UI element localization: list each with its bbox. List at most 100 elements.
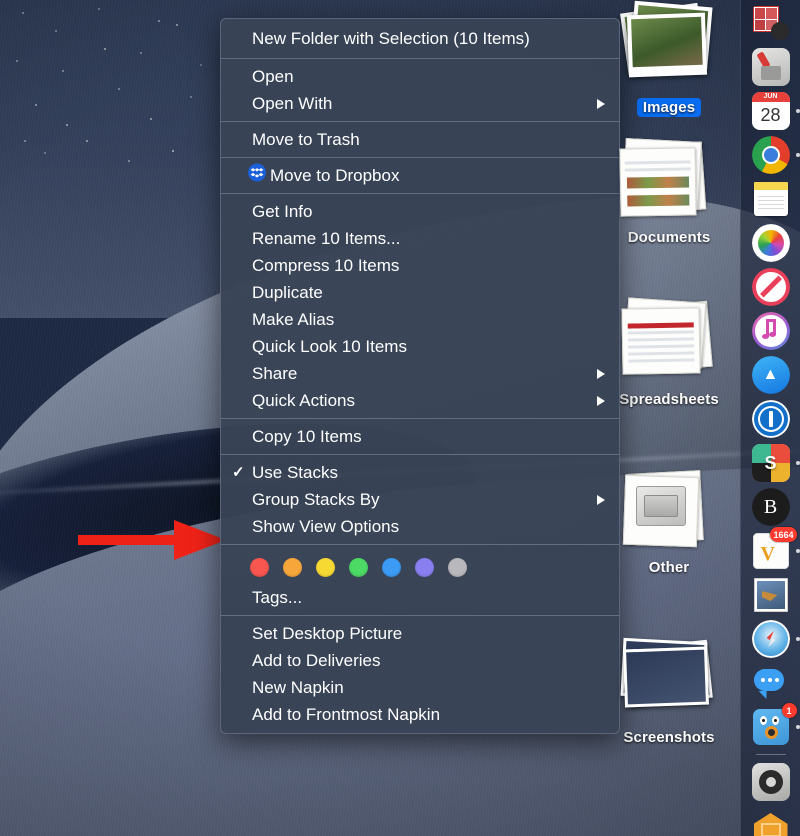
menu-separator — [221, 615, 619, 616]
menu-item-set-desktop-picture[interactable]: Set Desktop Picture — [221, 620, 619, 647]
stack-label[interactable]: Images — [637, 98, 701, 117]
dock-item-google-chrome[interactable] — [750, 134, 792, 176]
menu-item-tags[interactable]: Tags... — [221, 584, 619, 611]
stack-label[interactable]: Spreadsheets — [613, 390, 725, 409]
menu-item-copy-10-items[interactable]: Copy 10 Items — [221, 423, 619, 450]
dock-item-tweetbot[interactable]: 1 — [750, 706, 792, 748]
menu-item-label: Copy 10 Items — [252, 427, 362, 446]
menu-item-quick-look-10-items[interactable]: Quick Look 10 Items — [221, 333, 619, 360]
dock-item-photos[interactable] — [750, 222, 792, 264]
no-entry-app-icon — [752, 268, 790, 306]
dock-item-photo-booth[interactable] — [750, 2, 792, 44]
dock-badge: 1 — [782, 703, 797, 718]
menu-separator — [221, 58, 619, 59]
menu-item-move-to-dropbox[interactable]: Move to Dropbox — [221, 162, 619, 189]
star-icon — [140, 52, 142, 54]
menu-item-label: Set Desktop Picture — [252, 624, 402, 643]
menu-item-get-info[interactable]: Get Info — [221, 198, 619, 225]
star-icon — [62, 70, 64, 72]
menu-item-label: Compress 10 Items — [252, 256, 399, 275]
star-icon — [55, 30, 57, 32]
tag-color-swatch-5[interactable] — [415, 558, 434, 577]
dock-item-safari[interactable] — [750, 618, 792, 660]
dock-item-no-entry-app[interactable] — [750, 266, 792, 308]
dock-item-bear[interactable]: B — [750, 486, 792, 528]
mail-icon — [752, 576, 790, 614]
menu-separator — [221, 418, 619, 419]
finder-context-menu[interactable]: New Folder with Selection (10 Items) Open… — [220, 18, 620, 734]
dock[interactable]: JUN28 ▲ SBV1664 1 — [740, 0, 800, 836]
dock-item-slack[interactable]: S — [750, 442, 792, 484]
stack-label[interactable]: Other — [643, 558, 696, 577]
system-preferences-icon — [752, 763, 790, 801]
menu-item-rename-10-items[interactable]: Rename 10 Items... — [221, 225, 619, 252]
menu-item-add-to-frontmost-napkin[interactable]: Add to Frontmost Napkin — [221, 701, 619, 728]
dock-item-calendar[interactable]: JUN28 — [750, 90, 792, 132]
submenu-arrow-icon — [597, 495, 605, 505]
1password-icon — [752, 400, 790, 438]
menu-item-new-napkin[interactable]: New Napkin — [221, 674, 619, 701]
menu-item-label: Open — [252, 67, 294, 86]
tag-color-swatch-3[interactable] — [349, 558, 368, 577]
calendar-month: JUN — [752, 92, 790, 102]
screenflow-icon — [752, 48, 790, 86]
star-icon — [118, 88, 120, 90]
menu-item-use-stacks[interactable]: ✓Use Stacks — [221, 459, 619, 486]
menu-item-group-stacks-by[interactable]: Group Stacks By — [221, 486, 619, 513]
menu-item-add-to-deliveries[interactable]: Add to Deliveries — [221, 647, 619, 674]
menu-item-quick-actions[interactable]: Quick Actions — [221, 387, 619, 414]
menu-item-show-view-options[interactable]: Show View Options — [221, 513, 619, 540]
home-icon — [752, 807, 790, 836]
menu-item-label: Quick Look 10 Items — [252, 337, 407, 356]
menu-item-label: Duplicate — [252, 283, 323, 302]
menu-item-share[interactable]: Share — [221, 360, 619, 387]
submenu-arrow-icon — [597, 99, 605, 109]
document-page — [619, 147, 696, 216]
menu-item-open[interactable]: Open — [221, 63, 619, 90]
menu-item-duplicate[interactable]: Duplicate — [221, 279, 619, 306]
dock-item-notes[interactable] — [750, 178, 792, 220]
calendar-day: 28 — [752, 102, 790, 128]
dock-item-vector-app[interactable]: V1664 — [750, 530, 792, 572]
dock-item-itunes[interactable] — [750, 310, 792, 352]
dock-item-screenflow[interactable] — [750, 46, 792, 88]
menu-item-open-with[interactable]: Open With — [221, 90, 619, 117]
annotation-arrow-icon — [78, 516, 226, 564]
tag-color-row[interactable] — [221, 549, 619, 584]
menu-item-make-alias[interactable]: Make Alias — [221, 306, 619, 333]
tag-color-swatch-1[interactable] — [283, 558, 302, 577]
menu-separator — [221, 121, 619, 122]
tag-color-swatch-6[interactable] — [448, 558, 467, 577]
menu-item-label: Move to Dropbox — [270, 166, 399, 185]
slack-icon: S — [752, 444, 790, 482]
star-icon — [200, 64, 202, 66]
stack-label[interactable]: Screenshots — [617, 728, 720, 747]
app-store-icon: ▲ — [752, 356, 790, 394]
tag-color-swatch-4[interactable] — [382, 558, 401, 577]
stack-label[interactable]: Documents — [622, 228, 717, 247]
dock-separator — [756, 754, 786, 755]
running-indicator-icon — [796, 725, 800, 729]
menu-item-label: New Folder with Selection (10 Items) — [252, 29, 530, 48]
star-icon — [98, 8, 100, 10]
dock-item-app-store[interactable]: ▲ — [750, 354, 792, 396]
tag-color-swatch-2[interactable] — [316, 558, 335, 577]
dock-item-1password[interactable] — [750, 398, 792, 440]
menu-item-new-folder-with-selection-10-items[interactable]: New Folder with Selection (10 Items) — [221, 23, 619, 54]
star-icon — [104, 48, 106, 50]
menu-separator — [221, 454, 619, 455]
menu-item-compress-10-items[interactable]: Compress 10 Items — [221, 252, 619, 279]
hard-disk-icon — [636, 486, 686, 526]
tag-color-swatch-0[interactable] — [250, 558, 269, 577]
dock-item-messages[interactable] — [750, 662, 792, 704]
dropbox-icon — [248, 162, 266, 189]
menu-item-move-to-trash[interactable]: Move to Trash — [221, 126, 619, 153]
dock-badge: 1664 — [770, 527, 796, 542]
menu-item-label: Tags... — [252, 588, 302, 607]
star-icon — [22, 12, 24, 14]
dock-item-mail[interactable] — [750, 574, 792, 616]
dock-item-home[interactable] — [750, 805, 792, 836]
photo-booth-icon — [752, 4, 790, 42]
messages-icon — [752, 664, 790, 702]
dock-item-system-preferences[interactable] — [750, 761, 792, 803]
